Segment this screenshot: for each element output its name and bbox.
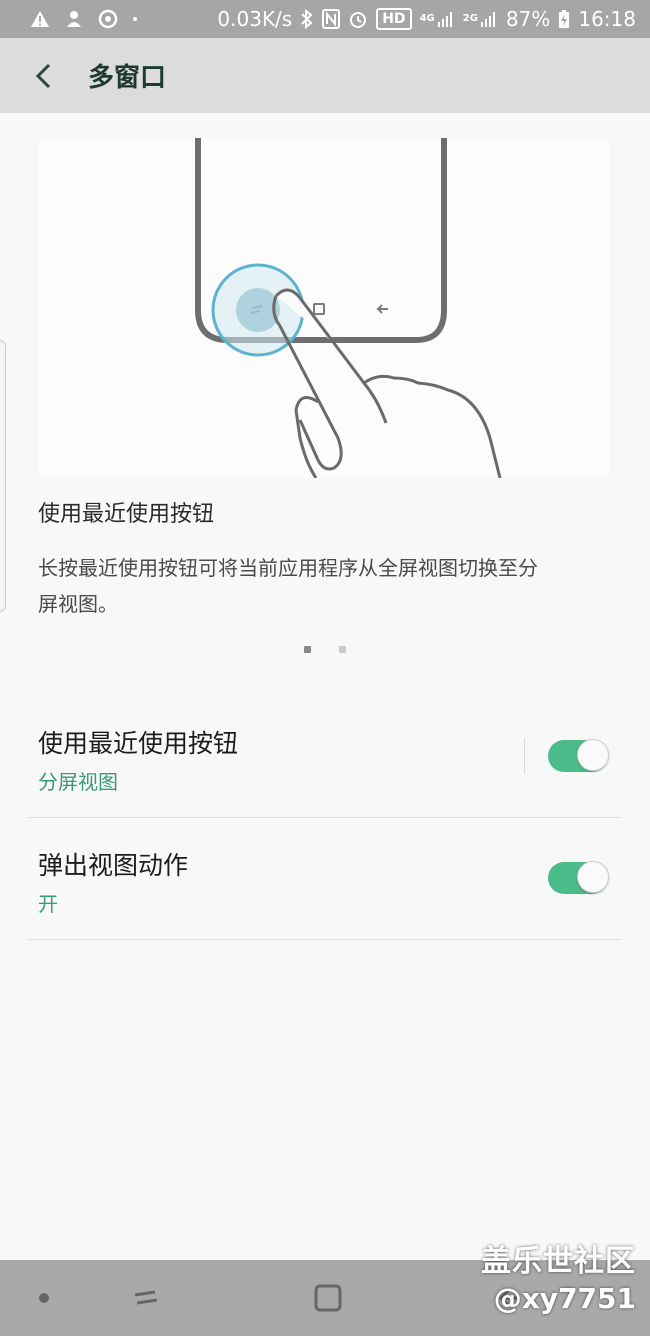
setting-title: 弹出视图动作	[38, 851, 189, 880]
back-button[interactable]	[14, 46, 74, 106]
hd-badge: HD	[376, 8, 412, 30]
alarm-icon	[348, 9, 368, 29]
warning-icon	[30, 10, 50, 28]
recents-button[interactable]	[126, 1278, 166, 1318]
recents-icon	[134, 1290, 158, 1305]
bluetooth-icon	[300, 9, 314, 29]
illustration-description: 长按最近使用按钮可将当前应用程序从全屏视图切换至分屏视图。	[38, 556, 538, 616]
sync-icon	[98, 9, 118, 29]
mascot-icon	[64, 9, 84, 29]
phone-gesture-illustration	[195, 138, 502, 478]
status-bar: 0.03K/s HD 4G 2G 87% 16:18	[0, 0, 650, 38]
setting-subtitle: 开	[38, 892, 58, 916]
battery-charging-icon	[558, 9, 570, 29]
illustration-title: 使用最近使用按钮	[38, 502, 215, 527]
net-2g-label: 2G	[462, 13, 478, 24]
tutorial-illustration[interactable]	[38, 138, 610, 478]
home-icon	[314, 1284, 342, 1312]
back-arrow-icon	[35, 63, 51, 88]
watermark-community: 盖乐世社区	[481, 1244, 636, 1279]
clock: 16:18	[578, 7, 636, 31]
net-speed: 0.03K/s	[217, 7, 293, 31]
dot-icon	[39, 1293, 49, 1303]
divider	[524, 738, 525, 774]
page-dot-1[interactable]	[304, 646, 311, 653]
watermark-user: @xy7751	[493, 1282, 636, 1315]
signal-4g-icon: 4G	[420, 10, 455, 28]
setting-row-recents-button[interactable]: 使用最近使用按钮 分屏视图	[28, 696, 622, 818]
battery-percent: 87%	[505, 7, 551, 31]
edge-panel-handle[interactable]	[0, 340, 6, 612]
toggle-knob	[577, 861, 609, 893]
page-title: 多窗口	[88, 63, 167, 93]
dot-icon	[132, 16, 138, 22]
page-dot-2[interactable]	[339, 646, 346, 653]
popup-view-toggle[interactable]	[548, 861, 609, 894]
recents-button-toggle[interactable]	[548, 739, 609, 772]
setting-subtitle: 分屏视图	[38, 770, 118, 794]
nfc-icon	[322, 9, 341, 29]
setting-row-popup-view[interactable]: 弹出视图动作 开	[28, 818, 622, 940]
nav-dot-button[interactable]	[24, 1278, 64, 1318]
signal-2g-icon: 2G	[463, 10, 498, 28]
home-button[interactable]	[308, 1278, 348, 1318]
app-bar: 多窗口	[0, 38, 650, 113]
net-4g-label: 4G	[419, 13, 435, 24]
page-indicator	[0, 646, 650, 653]
toggle-knob	[577, 739, 609, 771]
setting-title: 使用最近使用按钮	[38, 729, 239, 758]
